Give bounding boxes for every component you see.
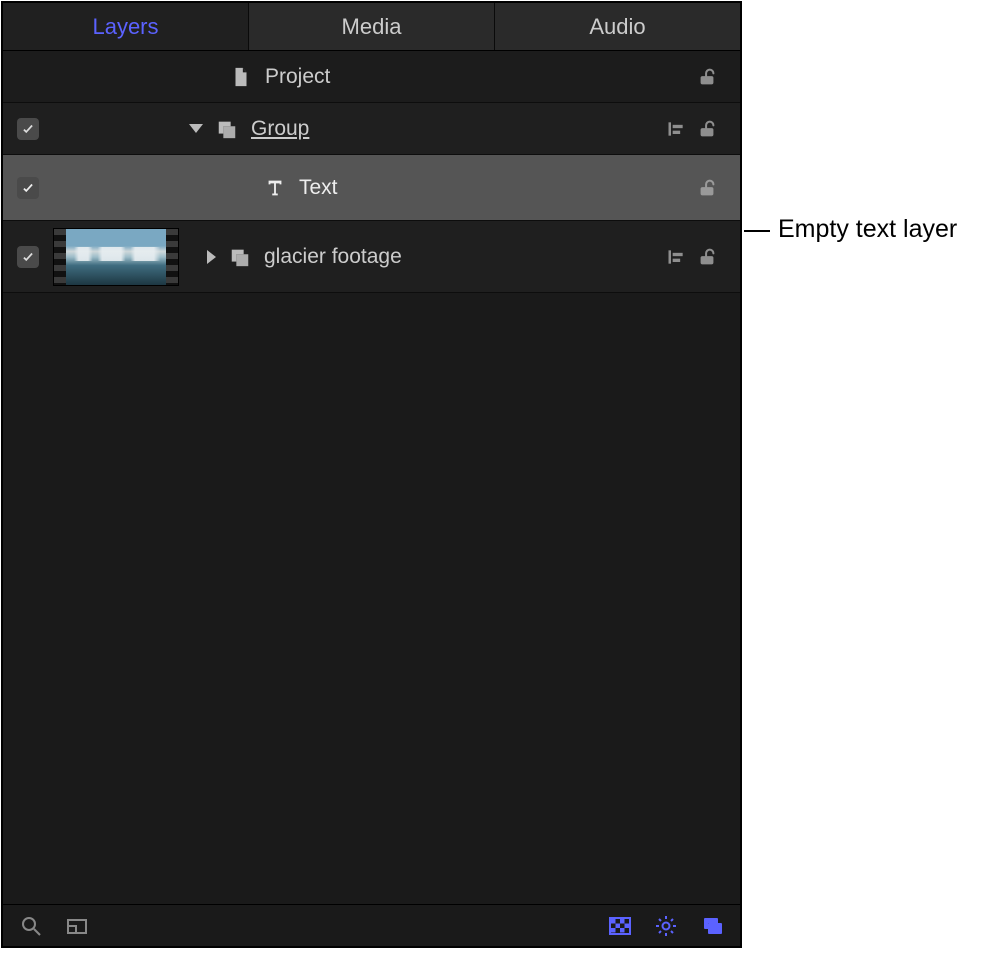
- row-group[interactable]: Group: [3, 103, 740, 155]
- project-icon: [227, 66, 255, 88]
- visibility-checkbox[interactable]: [17, 118, 39, 140]
- clip-label[interactable]: glacier footage: [264, 245, 402, 269]
- row-text-layer[interactable]: Text: [3, 155, 740, 221]
- group-icon: [213, 118, 241, 140]
- row-clip[interactable]: glacier footage: [3, 221, 740, 293]
- markers-icon[interactable]: [666, 119, 686, 139]
- tab-audio[interactable]: Audio: [495, 3, 740, 50]
- group-icon: [226, 246, 254, 268]
- search-icon[interactable]: [19, 914, 43, 938]
- tab-layers[interactable]: Layers: [3, 3, 249, 50]
- windows-icon[interactable]: [700, 914, 724, 938]
- clip-thumbnail[interactable]: [53, 228, 179, 286]
- callout-leader: [744, 230, 770, 232]
- markers-icon[interactable]: [666, 247, 686, 267]
- tab-media[interactable]: Media: [249, 3, 495, 50]
- text-layer-label[interactable]: Text: [299, 176, 338, 200]
- layers-panel: Layers Media Audio Project: [1, 1, 742, 948]
- row-project[interactable]: Project: [3, 51, 740, 103]
- disclosure-triangle[interactable]: [207, 250, 216, 264]
- visibility-checkbox[interactable]: [17, 177, 39, 199]
- project-tabs: Layers Media Audio: [3, 3, 740, 51]
- panel-toolbar: [3, 904, 740, 946]
- project-label: Project: [265, 65, 330, 89]
- group-label[interactable]: Group: [251, 117, 309, 141]
- gear-icon[interactable]: [654, 914, 678, 938]
- lock-icon[interactable]: [696, 246, 718, 268]
- lock-icon[interactable]: [696, 66, 718, 88]
- lock-icon[interactable]: [696, 177, 718, 199]
- frame-icon[interactable]: [65, 914, 89, 938]
- lock-icon[interactable]: [696, 118, 718, 140]
- callout-label: Empty text layer: [778, 215, 957, 244]
- checker-icon[interactable]: [608, 914, 632, 938]
- disclosure-triangle[interactable]: [189, 124, 203, 133]
- visibility-checkbox[interactable]: [17, 246, 39, 268]
- text-tool-icon: [261, 177, 289, 199]
- layer-list: Project: [3, 51, 740, 904]
